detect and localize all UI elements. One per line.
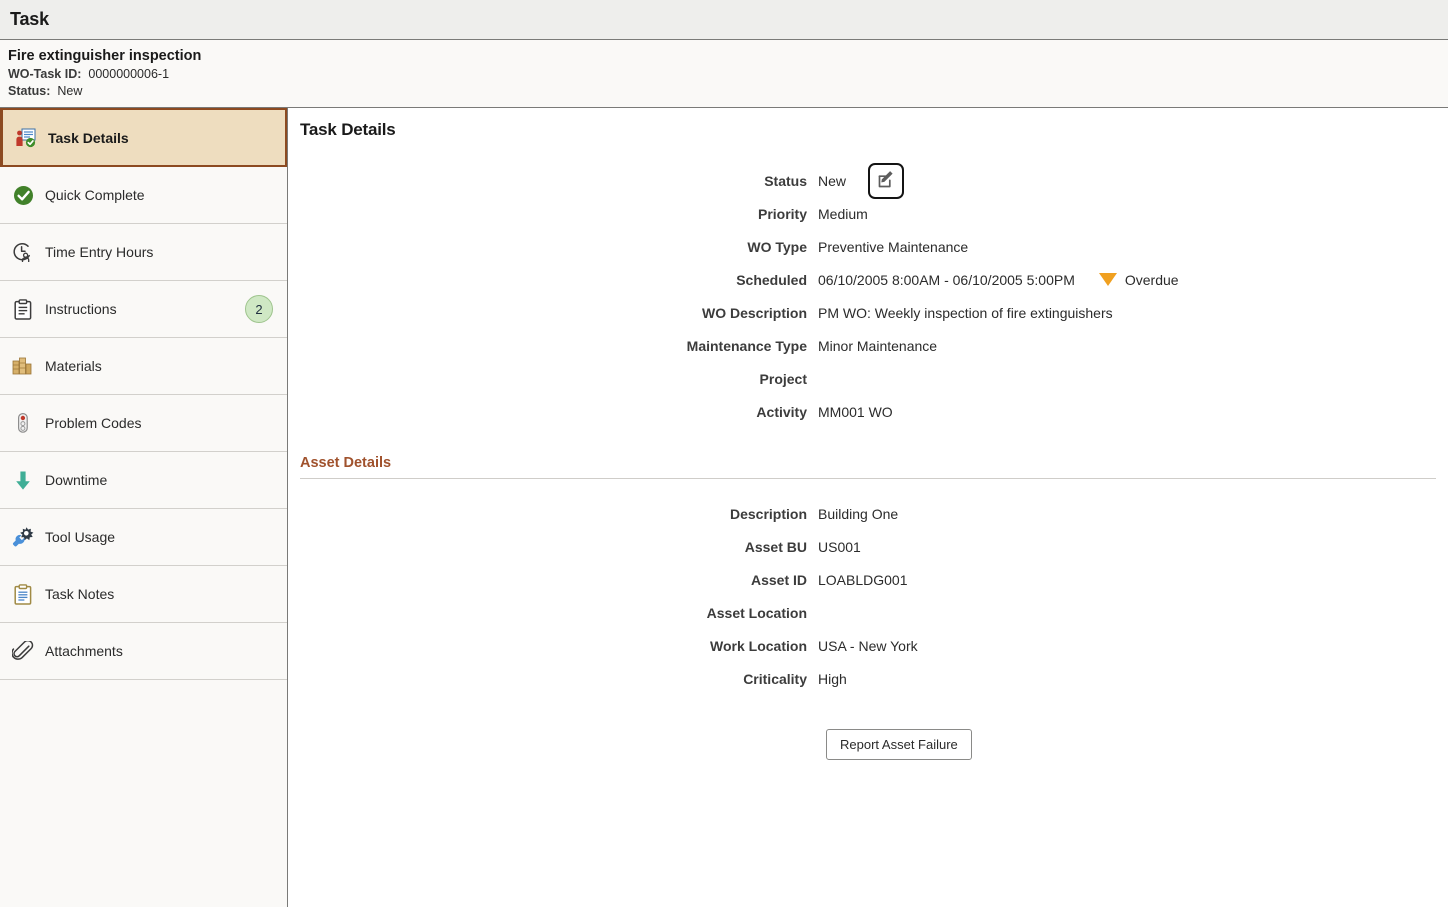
sidebar-item-label: Problem Codes	[45, 415, 142, 431]
field-row-criticality: Criticality High	[288, 662, 1448, 695]
asset-details-field-list: Description Building One Asset BU US001 …	[288, 497, 1448, 695]
task-details-field-list: Status New Priority Medium WO Type Preve…	[288, 162, 1448, 428]
field-label: Activity	[756, 403, 807, 420]
task-status-row: Status: New	[8, 83, 1448, 100]
down-arrow-icon	[10, 468, 36, 492]
sidebar-item-label: Tool Usage	[45, 529, 116, 545]
task-details-panel: Task Details Status New Priority Medium …	[288, 108, 1448, 907]
field-value: LOABLDG001	[818, 571, 908, 588]
field-row-scheduled: Scheduled 06/10/2005 8:00AM - 06/10/2005…	[288, 263, 1448, 296]
field-value: US001	[818, 538, 861, 555]
edit-pencil-icon	[877, 170, 896, 192]
check-circle-icon	[10, 183, 36, 207]
scheduled-value-text: 06/10/2005 8:00AM - 06/10/2005 5:00PM	[818, 271, 1075, 288]
field-label: WO Description	[701, 304, 807, 321]
task-name: Fire extinguisher inspection	[8, 48, 202, 64]
field-label: Asset Location	[706, 604, 807, 621]
field-row-wo-type: WO Type Preventive Maintenance	[288, 230, 1448, 263]
field-value: New	[818, 162, 905, 199]
field-row-priority: Priority Medium	[288, 197, 1448, 230]
materials-icon	[10, 354, 36, 378]
clock-person-icon	[10, 240, 36, 264]
report-asset-failure-button[interactable]: Report Asset Failure	[826, 729, 972, 760]
task-status-label: Status:	[8, 84, 51, 98]
status-value-text: New	[818, 172, 847, 189]
sidebar-item-label: Task Notes	[45, 586, 115, 602]
field-row-activity: Activity MM001 WO	[288, 395, 1448, 428]
instructions-count-badge: 2	[245, 295, 273, 323]
paperclip-icon	[10, 639, 36, 663]
status-badge: Overdue	[1098, 271, 1179, 288]
field-value: PM WO: Weekly inspection of fire extingu…	[818, 304, 1113, 321]
field-value: USA - New York	[818, 637, 918, 654]
sidebar-item-label: Time Entry Hours	[45, 244, 154, 260]
notes-clipboard-icon	[10, 582, 36, 606]
sidebar-item-label: Instructions	[45, 301, 117, 317]
field-row-asset-id: Asset ID LOABLDG001	[288, 563, 1448, 596]
main-panel-title: Task Details	[300, 120, 396, 139]
field-value: Building One	[818, 505, 899, 522]
field-row-project: Project	[288, 362, 1448, 395]
field-label: Project	[759, 370, 807, 387]
task-details-icon	[13, 126, 39, 150]
asset-details-section-header: Asset Details	[300, 454, 1436, 479]
field-label: Maintenance Type	[686, 337, 807, 354]
sidebar-item-attachments[interactable]: Attachments	[0, 623, 287, 680]
wrench-gear-icon	[10, 525, 36, 549]
field-label: Asset ID	[750, 571, 807, 588]
field-row-wo-description: WO Description PM WO: Weekly inspection …	[288, 296, 1448, 329]
field-value: Minor Maintenance	[818, 337, 938, 354]
edit-status-button[interactable]	[868, 162, 905, 199]
sidebar-item-tool-usage[interactable]: Tool Usage	[0, 509, 287, 566]
overdue-label: Overdue	[1124, 271, 1179, 288]
sidebar-item-task-notes[interactable]: Task Notes	[0, 566, 287, 623]
field-value: Medium	[818, 205, 868, 222]
sidebar-item-label: Task Details	[48, 129, 129, 146]
field-label: Criticality	[743, 670, 807, 687]
field-row-work-location: Work Location USA - New York	[288, 629, 1448, 662]
clipboard-icon	[10, 297, 36, 321]
sidebar-item-problem-codes[interactable]: Problem Codes	[0, 395, 287, 452]
field-row-asset-bu: Asset BU US001	[288, 530, 1448, 563]
sidebar-item-quick-complete[interactable]: Quick Complete	[0, 167, 287, 224]
sidebar-item-time-entry-hours[interactable]: Time Entry Hours	[0, 224, 287, 281]
wo-task-id-label: WO-Task ID:	[8, 67, 82, 81]
task-sidebar-nav: Task Details Quick Complete Time Entry H…	[0, 108, 288, 907]
field-value: Preventive Maintenance	[818, 238, 969, 255]
field-row-status: Status New	[288, 162, 1448, 199]
field-label: Asset BU	[744, 538, 807, 555]
field-value: MM001 WO	[818, 403, 893, 420]
field-label: Status	[764, 172, 807, 189]
page-title: Task	[10, 9, 49, 29]
task-summary-header: Fire extinguisher inspection WO-Task ID:…	[0, 40, 1448, 108]
field-value: High	[818, 670, 847, 687]
sidebar-item-label: Quick Complete	[45, 187, 145, 203]
field-row-maintenance-type: Maintenance Type Minor Maintenance	[288, 329, 1448, 362]
field-value: 06/10/2005 8:00AM - 06/10/2005 5:00PM Ov…	[818, 272, 1179, 288]
wo-task-id-value: 0000000006-1	[88, 67, 170, 81]
field-label: Work Location	[710, 637, 807, 654]
field-row-asset-description: Description Building One	[288, 497, 1448, 530]
sidebar-item-label: Attachments	[45, 643, 123, 659]
sidebar-item-instructions[interactable]: Instructions 2	[0, 281, 287, 338]
asset-details-heading: Asset Details	[300, 455, 392, 471]
sidebar-item-task-details[interactable]: Task Details	[0, 108, 287, 167]
overdue-triangle-icon	[1098, 273, 1117, 286]
field-row-asset-location: Asset Location	[288, 596, 1448, 629]
sidebar-item-label: Materials	[45, 358, 102, 374]
sidebar-item-materials[interactable]: Materials	[0, 338, 287, 395]
field-label: Priority	[757, 205, 807, 222]
sidebar-item-label: Downtime	[45, 472, 108, 488]
field-label: Description	[729, 505, 807, 522]
field-label: Scheduled	[736, 271, 807, 288]
wo-task-id-row: WO-Task ID: 0000000006-1	[8, 66, 1448, 83]
field-label: WO Type	[747, 238, 807, 255]
task-status-value: New	[57, 84, 83, 98]
asset-actions-row: Report Asset Failure	[288, 729, 1448, 760]
sidebar-item-downtime[interactable]: Downtime	[0, 452, 287, 509]
traffic-light-icon	[10, 411, 36, 435]
app-title-bar: Task	[0, 0, 1448, 40]
